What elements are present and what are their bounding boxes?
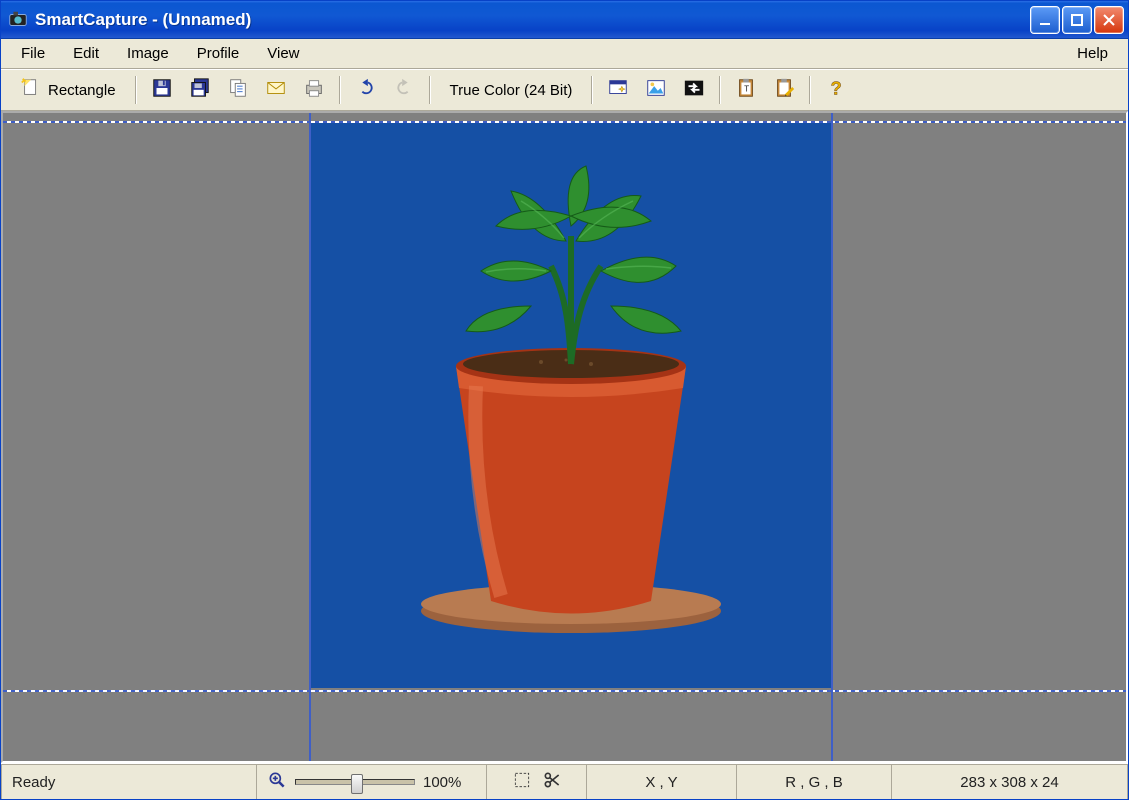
status-dims: 283 x 308 x 24 <box>891 764 1128 799</box>
selection-icon[interactable] <box>512 770 532 794</box>
status-tools <box>486 764 586 799</box>
scissors-icon[interactable] <box>542 770 562 794</box>
app-window: SmartCapture - (Unnamed) File Edit Image… <box>0 0 1129 800</box>
transform-button[interactable] <box>677 74 711 106</box>
status-zoom: 100% <box>256 764 486 799</box>
capture-mode-button[interactable]: Rectangle <box>9 74 127 106</box>
envelope-icon <box>265 77 287 103</box>
canvas-area[interactable] <box>1 111 1128 763</box>
statusbar: Ready 100% X , Y R , G , B 283 x 308 x 2… <box>1 763 1128 799</box>
window-sparkle-icon <box>607 77 629 103</box>
zoom-slider[interactable] <box>295 779 415 785</box>
undo-button[interactable] <box>349 74 383 106</box>
zoom-slider-thumb[interactable] <box>351 774 363 794</box>
menu-help[interactable]: Help <box>1063 39 1122 68</box>
status-ready: Ready <box>1 764 256 799</box>
magnifier-icon[interactable] <box>267 770 287 794</box>
guide-bottom[interactable] <box>3 690 1126 692</box>
clipboard-text-button[interactable]: T <box>729 74 763 106</box>
floppy-stack-icon <box>189 77 211 103</box>
capture-content <box>311 123 831 688</box>
svg-text:?: ? <box>831 77 842 98</box>
color-depth-label: True Color (24 Bit) <box>450 82 573 99</box>
maximize-button[interactable] <box>1062 6 1092 34</box>
clipboard-text-icon: T <box>735 77 757 103</box>
menu-view[interactable]: View <box>253 39 313 68</box>
effects-button[interactable] <box>601 74 635 106</box>
app-icon <box>7 9 29 31</box>
undo-icon <box>355 77 377 103</box>
copy-button[interactable] <box>221 74 255 106</box>
help-button[interactable]: ? <box>819 74 853 106</box>
picture-button[interactable] <box>639 74 673 106</box>
minimize-button[interactable] <box>1030 6 1060 34</box>
status-rgb: R , G , B <box>736 764 891 799</box>
help-icon: ? <box>825 77 847 103</box>
status-xy: X , Y <box>586 764 736 799</box>
floppy-icon <box>151 77 173 103</box>
copy-icon <box>227 77 249 103</box>
color-depth-button[interactable]: True Color (24 Bit) <box>439 74 584 106</box>
capture-mode-label: Rectangle <box>48 82 116 99</box>
save-all-button[interactable] <box>183 74 217 106</box>
redo-icon <box>393 77 415 103</box>
save-button[interactable] <box>145 74 179 106</box>
redo-button[interactable] <box>387 74 421 106</box>
close-button[interactable] <box>1094 6 1124 34</box>
menu-file[interactable]: File <box>7 39 59 68</box>
menu-edit[interactable]: Edit <box>59 39 113 68</box>
menu-profile[interactable]: Profile <box>183 39 254 68</box>
clipboard-pencil-icon <box>773 77 795 103</box>
document-new-icon <box>20 77 42 103</box>
picture-icon <box>645 77 667 103</box>
guide-right[interactable] <box>831 113 833 761</box>
titlebar[interactable]: SmartCapture - (Unnamed) <box>1 1 1128 39</box>
email-button[interactable] <box>259 74 293 106</box>
printer-icon <box>303 77 325 103</box>
svg-text:T: T <box>745 85 750 94</box>
zoom-value: 100% <box>423 774 461 791</box>
window-title: SmartCapture - (Unnamed) <box>35 10 1030 30</box>
menubar: File Edit Image Profile View Help <box>1 39 1128 69</box>
window-controls <box>1030 6 1124 34</box>
print-button[interactable] <box>297 74 331 106</box>
menu-image[interactable]: Image <box>113 39 183 68</box>
toolbar: Rectangle True Color (24 Bit) <box>1 69 1128 111</box>
arrows-swap-icon <box>683 77 705 103</box>
plant-image <box>361 156 781 656</box>
clipboard-edit-button[interactable] <box>767 74 801 106</box>
